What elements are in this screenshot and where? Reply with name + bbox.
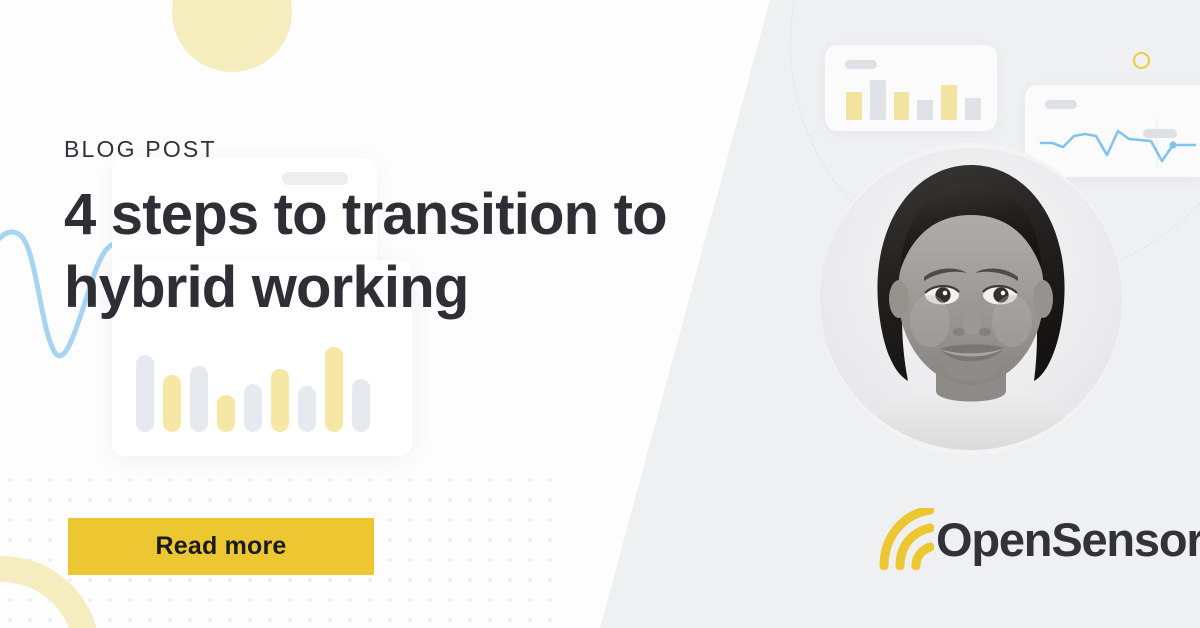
bar-chart-card: [825, 45, 997, 131]
bar-chart-card-pill-label: [845, 60, 877, 69]
line-chart-card: [1025, 85, 1200, 177]
eyebrow-label: BLOG POST: [64, 136, 217, 162]
top-card-bar-chart: [846, 77, 981, 120]
chart-bar: [846, 91, 862, 120]
chart-bar: [325, 347, 343, 432]
chart-bar: [941, 84, 958, 120]
headline-block: BLOG POST 4 steps to transition to hybri…: [64, 136, 764, 324]
line-chart-tooltip-pill: [1143, 129, 1177, 138]
chart-bar: [271, 369, 289, 432]
right-card-line-chart: [1039, 119, 1197, 167]
yellow-ring-decoration-icon: [1133, 52, 1150, 69]
line-chart-card-pill-label: [1045, 100, 1077, 109]
chart-bar: [217, 395, 235, 432]
chart-bar: [917, 100, 934, 120]
chart-bar: [869, 80, 886, 120]
opensensors-logo: OpenSensors: [878, 503, 1200, 575]
left-card-bar-chart: [136, 340, 386, 432]
chart-bar: [298, 386, 316, 432]
chart-bar: [893, 91, 910, 120]
brand-name: OpenSensors: [936, 512, 1200, 566]
chart-bar: [965, 97, 981, 120]
line-chart-marker-dot: [1169, 141, 1177, 149]
read-more-button[interactable]: Read more: [68, 518, 374, 575]
page-title: 4 steps to transition to hybrid working: [64, 182, 668, 320]
blog-post-banner: BLOG POST 4 steps to transition to hybri…: [0, 0, 1200, 628]
signal-waves-icon: [879, 508, 934, 570]
avatar: [820, 143, 1122, 455]
chart-bar: [163, 374, 181, 432]
chart-bar: [244, 384, 262, 432]
chart-bar: [190, 365, 208, 432]
chart-bar: [352, 378, 370, 432]
chart-bar: [136, 354, 154, 432]
